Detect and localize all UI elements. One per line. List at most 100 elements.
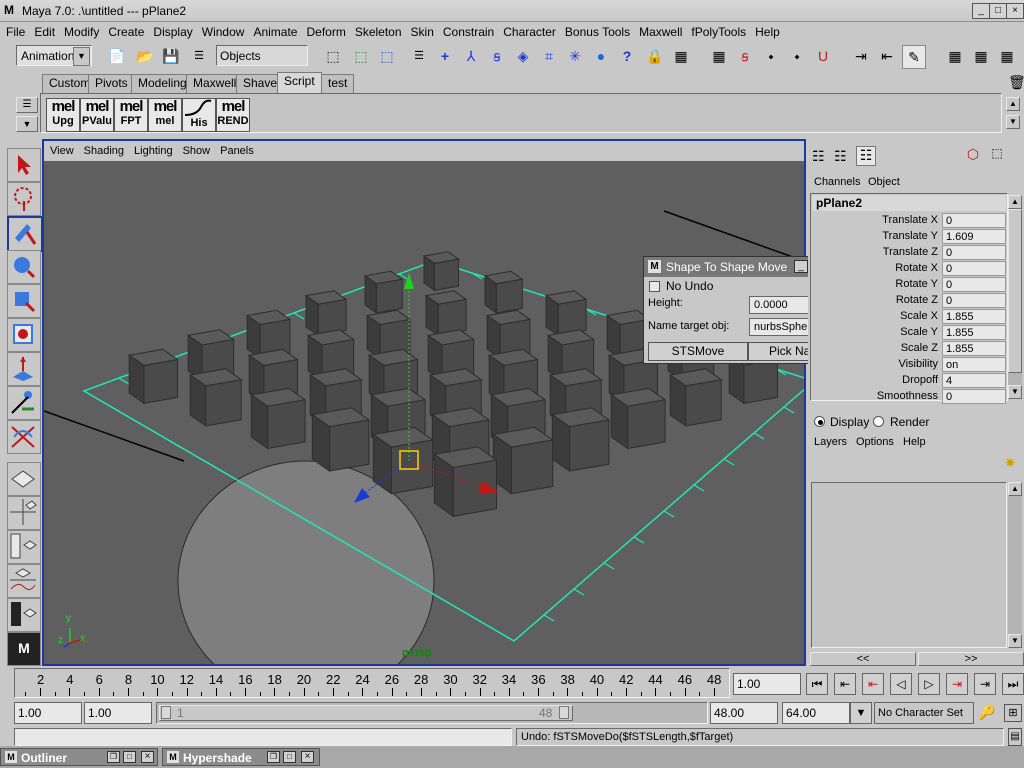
object-name[interactable]: pPlane2 bbox=[812, 195, 1006, 211]
cube-object[interactable] bbox=[610, 387, 667, 450]
snap-grid-icon-2[interactable]: ▦ bbox=[708, 45, 730, 67]
key-icon[interactable]: 🔑 bbox=[978, 704, 995, 721]
move-tool-icon[interactable] bbox=[7, 250, 41, 284]
layers-help-menu[interactable]: Help bbox=[903, 436, 926, 448]
channel-row[interactable]: Rotate Y 0 bbox=[812, 277, 1008, 293]
layer-scrollbar[interactable]: ▲ ▼ bbox=[1008, 482, 1022, 648]
close-button[interactable]: × bbox=[1006, 3, 1024, 19]
select-object-icon[interactable]: ⬚ bbox=[350, 45, 372, 67]
viewport-menu-view[interactable]: View bbox=[50, 145, 74, 157]
channel-value[interactable]: 0 bbox=[942, 277, 1006, 292]
sts-move-button[interactable]: STSMove bbox=[648, 342, 748, 361]
channel-row[interactable]: Translate Y 1.609 bbox=[812, 229, 1008, 245]
shelf-tabs-menu-icon[interactable]: ☰ bbox=[16, 97, 38, 113]
shelf-scroll-up-icon[interactable]: ▲ bbox=[1006, 97, 1020, 111]
shelf-tab-pivots[interactable]: Pivots bbox=[88, 74, 135, 94]
cube-object[interactable] bbox=[304, 290, 348, 337]
panel-scroll-right-button[interactable]: >> bbox=[918, 652, 1024, 666]
step-forward-key-icon[interactable]: ⇥ bbox=[946, 673, 968, 695]
dialog-minimize-icon[interactable]: _ bbox=[794, 260, 808, 273]
lasso-tool-icon[interactable] bbox=[7, 182, 41, 216]
snap-curve-icon[interactable]: ꞩ bbox=[734, 45, 756, 67]
cube-object[interactable] bbox=[551, 407, 611, 473]
viewport-menu-panels[interactable]: Panels bbox=[220, 145, 254, 157]
shelf-tab-maxwell[interactable]: Maxwell bbox=[186, 74, 244, 94]
hypershade-persp-layout-icon[interactable] bbox=[7, 598, 41, 632]
menu-bonus-tools[interactable]: Bonus Tools bbox=[565, 25, 630, 39]
cube-object[interactable] bbox=[544, 290, 588, 337]
select-component-icon[interactable]: ⬚ bbox=[376, 45, 398, 67]
layers-options-menu[interactable]: Options bbox=[856, 436, 894, 448]
current-time-field[interactable]: 1.00 bbox=[733, 673, 801, 695]
deformer-icon[interactable]: ⌗ bbox=[538, 45, 560, 67]
go-to-start-icon[interactable]: ⏮ bbox=[806, 673, 828, 695]
cube-object[interactable] bbox=[188, 368, 243, 427]
dynamics-icon[interactable]: ✳ bbox=[564, 45, 586, 67]
channel-scroll-thumb[interactable] bbox=[1008, 209, 1022, 373]
outliner-maximize-icon[interactable]: □ bbox=[123, 751, 136, 763]
viewport-menu-lighting[interactable]: Lighting bbox=[134, 145, 173, 157]
range-slider-bar[interactable] bbox=[159, 705, 573, 721]
panel-scroll-left-button[interactable]: << bbox=[810, 652, 916, 666]
range-slider[interactable]: 1 48 bbox=[156, 702, 708, 724]
cube-object[interactable] bbox=[483, 270, 524, 314]
menu-modify[interactable]: Modify bbox=[64, 25, 99, 39]
four-pane-layout-icon[interactable] bbox=[7, 496, 41, 530]
layer-scroll-up-icon[interactable]: ▲ bbox=[1008, 482, 1022, 496]
taskbar-outliner[interactable]: M Outliner ❐ □ × bbox=[0, 748, 158, 766]
animation-prefs-icon[interactable]: ⊞ bbox=[1004, 704, 1022, 722]
channel-scrollbar[interactable]: ▲ ▼ bbox=[1008, 195, 1022, 399]
cube-object[interactable] bbox=[492, 426, 554, 495]
character-set-chevron-icon[interactable]: ▼ bbox=[850, 702, 872, 724]
select-tool-icon[interactable] bbox=[7, 148, 41, 182]
selection-mode-icon[interactable]: ☰ bbox=[188, 45, 210, 67]
channel-row[interactable]: Dropoff 4 bbox=[812, 373, 1008, 389]
range-handle-right-icon[interactable] bbox=[559, 706, 569, 719]
menu-display[interactable]: Display bbox=[153, 25, 192, 39]
render-view-icon[interactable]: ▦ bbox=[944, 45, 966, 67]
scale-tool-icon[interactable] bbox=[7, 318, 41, 352]
viewport-menu-shading[interactable]: Shading bbox=[84, 145, 124, 157]
maximize-button[interactable]: □ bbox=[989, 3, 1007, 19]
mask-menu-icon[interactable]: ☰ bbox=[408, 45, 430, 67]
curve-icon[interactable]: ꞩ bbox=[486, 45, 508, 67]
channel-value[interactable]: 0 bbox=[942, 213, 1006, 228]
shelf-button-rend[interactable]: mel REND bbox=[216, 98, 250, 132]
channel-value[interactable]: 0 bbox=[942, 389, 1006, 404]
channel-row[interactable]: Rotate Z 0 bbox=[812, 293, 1008, 309]
snap-plane-icon[interactable]: ⬩ bbox=[786, 45, 808, 67]
layer-scroll-down-icon[interactable]: ▼ bbox=[1008, 634, 1022, 648]
object-menu[interactable]: Object bbox=[868, 176, 900, 188]
hypershade-close-icon[interactable]: × bbox=[301, 751, 314, 763]
channel-row[interactable]: Smoothness 0 bbox=[812, 389, 1008, 405]
channel-value[interactable]: 0 bbox=[942, 293, 1006, 308]
step-back-key-icon[interactable]: ⇤ bbox=[862, 673, 884, 695]
play-forwards-icon[interactable]: ▷ bbox=[918, 673, 940, 695]
channel-row[interactable]: Scale X 1.855 bbox=[812, 309, 1008, 325]
tool-settings-icon[interactable]: ⬡ bbox=[962, 146, 984, 168]
go-to-end-icon[interactable]: ⏭ bbox=[1002, 673, 1024, 695]
channel-row[interactable]: Rotate X 0 bbox=[812, 261, 1008, 277]
snap-grid-icon[interactable]: ▦ bbox=[670, 45, 692, 67]
menu-animate[interactable]: Animate bbox=[253, 25, 297, 39]
perspective-viewport[interactable]: View Shading Lighting Show Panels y z x … bbox=[42, 139, 806, 666]
cube-object[interactable] bbox=[311, 407, 371, 473]
ipr-render-icon[interactable]: ▦ bbox=[996, 45, 1018, 67]
shelf-menu-chevron-icon[interactable]: ▼ bbox=[16, 116, 38, 132]
viewport-menu-show[interactable]: Show bbox=[183, 145, 211, 157]
render-radio[interactable] bbox=[873, 416, 884, 427]
rotate-tool-icon[interactable] bbox=[7, 284, 41, 318]
end-range-field[interactable]: 48.00 bbox=[710, 702, 778, 724]
taskbar-hypershade[interactable]: M Hypershade ❐ □ × bbox=[162, 748, 320, 766]
menu-create[interactable]: Create bbox=[108, 25, 144, 39]
outliner-persp-layout-icon[interactable] bbox=[7, 530, 41, 564]
channel-value[interactable]: 1.855 bbox=[942, 341, 1006, 356]
shelf-tab-modeling[interactable]: Modeling bbox=[131, 74, 194, 94]
hypershade-maximize-icon[interactable]: □ bbox=[283, 751, 296, 763]
menu-edit[interactable]: Edit bbox=[34, 25, 55, 39]
menu-constrain[interactable]: Constrain bbox=[443, 25, 494, 39]
cube-object[interactable] bbox=[250, 387, 307, 450]
rendering-icon[interactable]: ● bbox=[590, 45, 612, 67]
cube-object[interactable] bbox=[668, 368, 723, 427]
channel-value[interactable]: on bbox=[942, 357, 1006, 372]
